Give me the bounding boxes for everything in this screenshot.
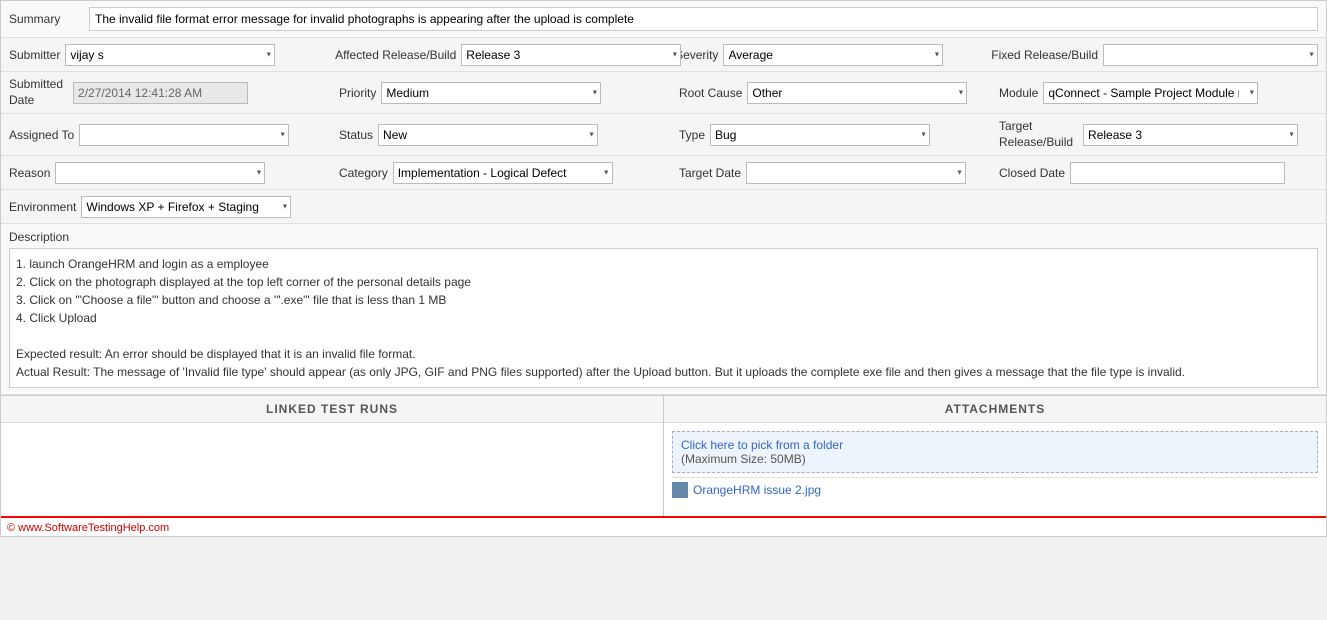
category-label: Category bbox=[339, 166, 388, 180]
submitter-cell: Submitter vijay s bbox=[9, 44, 335, 66]
category-cell: Category Implementation - Logical Defect bbox=[339, 162, 679, 184]
category-select-wrap: Implementation - Logical Defect bbox=[393, 162, 613, 184]
target-date-select[interactable] bbox=[746, 162, 966, 184]
severity-cell: Severity Average Low High bbox=[675, 44, 991, 66]
environment-cell: Environment Windows XP + Firefox + Stagi… bbox=[9, 196, 339, 218]
status-cell: Status New Open Fixed Closed bbox=[339, 124, 679, 146]
submitter-select[interactable]: vijay s bbox=[65, 44, 275, 66]
target-date-select-wrap bbox=[746, 162, 966, 184]
environment-select-wrap: Windows XP + Firefox + Staging bbox=[81, 196, 291, 218]
row-environment: Environment Windows XP + Firefox + Stagi… bbox=[1, 190, 1326, 224]
environment-label: Environment bbox=[9, 200, 76, 214]
submitted-date-label: SubmittedDate bbox=[9, 77, 63, 108]
linked-test-runs-content bbox=[1, 423, 663, 503]
reason-select[interactable] bbox=[55, 162, 265, 184]
priority-cell: Priority Medium Low High bbox=[339, 82, 679, 104]
row-submitter: Submitter vijay s Affected Release/Build… bbox=[1, 38, 1326, 72]
target-release-select-wrap: Release 3 bbox=[1083, 124, 1298, 146]
description-label: Description bbox=[9, 230, 1318, 244]
status-select-wrap: New Open Fixed Closed bbox=[378, 124, 598, 146]
main-container: Summary Submitter vijay s Affected Relea… bbox=[0, 0, 1327, 537]
environment-select[interactable]: Windows XP + Firefox + Staging bbox=[81, 196, 291, 218]
attachments-header: ATTACHMENTS bbox=[664, 396, 1326, 423]
row-assigned-to: Assigned To Status New Open Fixed Closed… bbox=[1, 114, 1326, 156]
type-select[interactable]: Bug Enhancement bbox=[710, 124, 930, 146]
category-select[interactable]: Implementation - Logical Defect bbox=[393, 162, 613, 184]
attachment-thumbnail-icon bbox=[672, 482, 688, 498]
root-cause-select[interactable]: Other Code Error bbox=[747, 82, 967, 104]
description-text: 1. launch OrangeHRM and login as a emplo… bbox=[9, 248, 1318, 388]
severity-label: Severity bbox=[675, 48, 718, 62]
severity-select[interactable]: Average Low High bbox=[723, 44, 943, 66]
submitted-date-input bbox=[73, 82, 248, 104]
root-cause-select-wrap: Other Code Error bbox=[747, 82, 967, 104]
priority-select[interactable]: Medium Low High bbox=[381, 82, 601, 104]
affected-release-select-wrap: Release 3 bbox=[461, 44, 681, 66]
submitter-label: Submitter bbox=[9, 48, 60, 62]
fixed-release-select-wrap bbox=[1103, 44, 1318, 66]
affected-release-select[interactable]: Release 3 bbox=[461, 44, 681, 66]
pick-folder-area: Click here to pick from a folder (Maximu… bbox=[672, 431, 1318, 473]
submitter-select-wrap: vijay s bbox=[65, 44, 275, 66]
module-select-wrap: qConnect - Sample Project Module root bbox=[1043, 82, 1258, 104]
footer-text: © www.SoftwareTestingHelp.com bbox=[7, 522, 169, 534]
summary-input[interactable] bbox=[89, 7, 1318, 31]
fixed-release-cell: Fixed Release/Build bbox=[991, 44, 1318, 66]
assigned-to-label: Assigned To bbox=[9, 128, 74, 142]
severity-select-wrap: Average Low High bbox=[723, 44, 943, 66]
type-select-wrap: Bug Enhancement bbox=[710, 124, 930, 146]
module-label: Module bbox=[999, 86, 1038, 100]
attachment-link[interactable]: OrangeHRM issue 2.jpg bbox=[693, 483, 821, 497]
row-reason: Reason Category Implementation - Logical… bbox=[1, 156, 1326, 190]
reason-cell: Reason bbox=[9, 162, 339, 184]
summary-label: Summary bbox=[9, 12, 89, 26]
bottom-section: LINKED TEST RUNS ATTACHMENTS Click here … bbox=[1, 395, 1326, 516]
max-size-text: (Maximum Size: 50MB) bbox=[681, 452, 806, 466]
affected-release-label: Affected Release/Build bbox=[335, 48, 456, 62]
type-cell: Type Bug Enhancement bbox=[679, 124, 999, 146]
fixed-release-label: Fixed Release/Build bbox=[991, 48, 1098, 62]
description-section: Description 1. launch OrangeHRM and logi… bbox=[1, 224, 1326, 395]
summary-row: Summary bbox=[1, 1, 1326, 38]
pick-folder-link[interactable]: Click here to pick from a folder bbox=[681, 438, 843, 452]
closed-date-label: Closed Date bbox=[999, 166, 1065, 180]
module-select[interactable]: qConnect - Sample Project Module root bbox=[1043, 82, 1258, 104]
linked-test-runs-panel: LINKED TEST RUNS bbox=[1, 396, 664, 516]
reason-label: Reason bbox=[9, 166, 50, 180]
status-label: Status bbox=[339, 128, 373, 142]
attachment-item: OrangeHRM issue 2.jpg bbox=[672, 477, 1318, 502]
target-date-label: Target Date bbox=[679, 166, 741, 180]
submitted-date-cell: SubmittedDate bbox=[9, 77, 339, 108]
row-submitted-date: SubmittedDate Priority Medium Low High R… bbox=[1, 72, 1326, 114]
root-cause-label: Root Cause bbox=[679, 86, 742, 100]
priority-select-wrap: Medium Low High bbox=[381, 82, 601, 104]
linked-test-runs-header: LINKED TEST RUNS bbox=[1, 396, 663, 423]
attachments-content: Click here to pick from a folder (Maximu… bbox=[664, 423, 1326, 510]
reason-select-wrap bbox=[55, 162, 265, 184]
type-label: Type bbox=[679, 128, 705, 142]
target-release-cell: TargetRelease/Build Release 3 bbox=[999, 119, 1318, 150]
assigned-to-select[interactable] bbox=[79, 124, 289, 146]
module-cell: Module qConnect - Sample Project Module … bbox=[999, 82, 1318, 104]
attachments-panel: ATTACHMENTS Click here to pick from a fo… bbox=[664, 396, 1326, 516]
assigned-to-cell: Assigned To bbox=[9, 124, 339, 146]
affected-release-cell: Affected Release/Build Release 3 bbox=[335, 44, 675, 66]
closed-date-input[interactable] bbox=[1070, 162, 1285, 184]
target-release-select[interactable]: Release 3 bbox=[1083, 124, 1298, 146]
target-release-label: TargetRelease/Build bbox=[999, 119, 1073, 150]
status-select[interactable]: New Open Fixed Closed bbox=[378, 124, 598, 146]
target-date-cell: Target Date bbox=[679, 162, 999, 184]
priority-label: Priority bbox=[339, 86, 376, 100]
closed-date-cell: Closed Date bbox=[999, 162, 1318, 184]
footer-bar: © www.SoftwareTestingHelp.com bbox=[1, 516, 1326, 536]
assigned-to-select-wrap bbox=[79, 124, 289, 146]
fixed-release-select[interactable] bbox=[1103, 44, 1318, 66]
root-cause-cell: Root Cause Other Code Error bbox=[679, 82, 999, 104]
